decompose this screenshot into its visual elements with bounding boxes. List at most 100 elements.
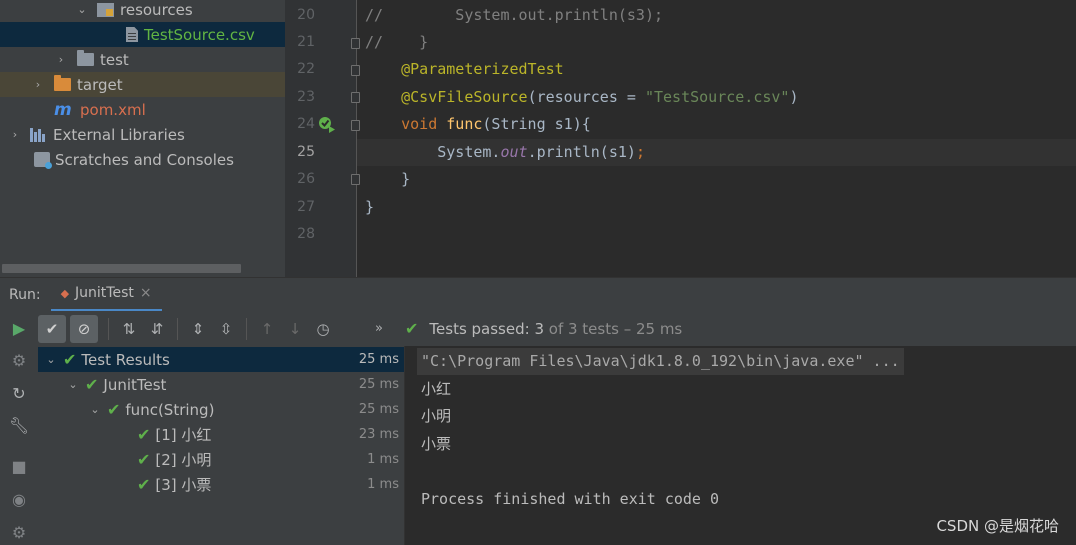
tree-item-label: resources bbox=[120, 0, 193, 19]
code-text: } bbox=[401, 170, 411, 188]
scratches-icon bbox=[34, 152, 52, 169]
run-tab-label: JunitTest bbox=[75, 285, 134, 301]
chevron-down-icon[interactable]: ⌄ bbox=[75, 3, 89, 16]
tree-item-label: Scratches and Consoles bbox=[55, 150, 234, 169]
run-panel-header: Run: ◆ JunitTest × bbox=[0, 277, 1076, 312]
code-line-25[interactable]: System.out.println(s1); bbox=[357, 139, 1076, 166]
tree-item-label: TestSource.csv bbox=[144, 25, 255, 44]
wrench-icon[interactable]: 🔧︎ bbox=[8, 414, 30, 436]
sort-by-duration-icon[interactable]: ⇵ bbox=[143, 315, 171, 343]
more-chevron-icon[interactable]: » bbox=[365, 315, 393, 343]
horizontal-scrollbar[interactable] bbox=[2, 264, 241, 273]
code-line-26[interactable]: } bbox=[357, 166, 1076, 193]
code-line-20[interactable]: // System.out.println(s3); bbox=[357, 2, 1076, 29]
console-output[interactable]: "C:\Program Files\Java\jdk1.8.0_192\bin\… bbox=[405, 346, 1076, 545]
code-keyword: void bbox=[401, 115, 447, 133]
status-prefix: Tests passed: bbox=[429, 319, 535, 338]
rerun-icon[interactable]: ▶ bbox=[0, 315, 38, 343]
test-node-case[interactable]: ✔ [2] 小明 1 ms bbox=[38, 447, 404, 472]
run-label: Run: bbox=[9, 286, 41, 303]
code-line-28[interactable] bbox=[357, 221, 1076, 248]
code-annotation: @CsvFileSource bbox=[401, 88, 528, 106]
close-icon[interactable]: × bbox=[140, 285, 152, 301]
settings-gear-icon[interactable]: ⚙ bbox=[8, 521, 30, 543]
line-number: 28 bbox=[297, 226, 315, 242]
line-number: 26 bbox=[297, 171, 315, 187]
line-number: 23 bbox=[297, 89, 315, 105]
line-number: 27 bbox=[297, 199, 315, 215]
libraries-icon bbox=[30, 127, 47, 142]
run-tab-junittest[interactable]: ◆ JunitTest × bbox=[50, 277, 162, 312]
code-field: out bbox=[500, 143, 528, 161]
tree-item-external-libraries[interactable]: › External Libraries bbox=[0, 122, 285, 147]
console-command-line: "C:\Program Files\Java\jdk1.8.0_192\bin\… bbox=[417, 348, 904, 375]
test-node-case[interactable]: ✔ [1] 小红 23 ms bbox=[38, 422, 404, 447]
test-node-method[interactable]: ⌄ ✔ func(String) 25 ms bbox=[38, 397, 404, 422]
console-output-line: 小票 bbox=[421, 435, 452, 453]
code-text: (resources = bbox=[527, 88, 645, 106]
tree-item-resources[interactable]: ⌄ resources bbox=[0, 0, 285, 22]
tree-item-scratches[interactable]: Scratches and Consoles bbox=[0, 147, 285, 172]
toolbar-separator bbox=[177, 317, 178, 340]
code-text: ) bbox=[789, 88, 799, 106]
show-passed-toggle-icon[interactable]: ✔ bbox=[38, 314, 66, 343]
toolbar-separator bbox=[246, 317, 247, 340]
test-results-tree: ⌄ ✔ Test Results 25 ms ⌄ ✔ JunitTest 25 … bbox=[38, 346, 404, 545]
line-number: 22 bbox=[297, 61, 315, 77]
code-line-23[interactable]: @CsvFileSource(resources = "TestSource.c… bbox=[357, 84, 1076, 111]
chevron-right-icon[interactable]: › bbox=[54, 53, 68, 66]
console-exit-line: Process finished with exit code 0 bbox=[421, 490, 720, 508]
camera-icon[interactable]: ◉ bbox=[8, 488, 30, 510]
next-failed-icon[interactable]: ↓ bbox=[281, 315, 309, 343]
tree-item-label: target bbox=[77, 75, 123, 94]
tree-item-label: test bbox=[100, 50, 129, 69]
toggle-auto-test-icon[interactable]: ↻ bbox=[8, 382, 30, 404]
test-node-label: [2] 小明 bbox=[155, 451, 212, 469]
status-detail: of 3 tests – 25 ms bbox=[544, 319, 683, 338]
console-output-line: 小红 bbox=[421, 380, 452, 398]
code-semicolon: ; bbox=[635, 143, 645, 161]
tree-item-label: pom.xml bbox=[80, 100, 146, 119]
chevron-down-icon[interactable]: ⌄ bbox=[87, 403, 103, 416]
previous-failed-icon[interactable]: ↑ bbox=[253, 315, 281, 343]
tree-item-testsource-csv[interactable]: TestSource.csv bbox=[0, 22, 285, 47]
code-comment: // System.out.println(s3); bbox=[365, 6, 664, 24]
test-node-class[interactable]: ⌄ ✔ JunitTest 25 ms bbox=[38, 372, 404, 397]
code-annotation: @ParameterizedTest bbox=[401, 60, 564, 78]
test-history-clock-icon[interactable]: ◷ bbox=[309, 315, 337, 343]
csv-file-icon bbox=[126, 27, 138, 42]
test-node-time: 25 ms bbox=[358, 352, 399, 367]
test-node-label: JunitTest bbox=[103, 375, 167, 394]
check-icon: ✔ bbox=[137, 450, 151, 469]
test-node-case[interactable]: ✔ [3] 小票 1 ms bbox=[38, 472, 404, 497]
code-line-24[interactable]: void func(String s1){ bbox=[357, 111, 1076, 138]
tree-item-target[interactable]: › target bbox=[0, 72, 285, 97]
chevron-down-icon[interactable]: ⌄ bbox=[43, 353, 59, 366]
test-node-time: 25 ms bbox=[358, 402, 399, 417]
chevron-down-icon[interactable]: ⌄ bbox=[65, 378, 81, 391]
test-node-time: 1 ms bbox=[367, 477, 399, 492]
tree-item-test[interactable]: › test bbox=[0, 47, 285, 72]
code-line-27[interactable]: } bbox=[357, 194, 1076, 221]
stop-icon[interactable]: ■ bbox=[8, 455, 30, 477]
tree-item-pom-xml[interactable]: m pom.xml bbox=[0, 97, 285, 122]
show-ignored-toggle-icon[interactable]: ⊘ bbox=[70, 314, 98, 343]
expand-all-icon[interactable]: ⇕ bbox=[184, 315, 212, 343]
chevron-right-icon[interactable]: › bbox=[31, 78, 45, 91]
run-test-gutter-icon[interactable] bbox=[318, 116, 336, 134]
folder-icon bbox=[54, 75, 71, 91]
chevron-right-icon[interactable]: › bbox=[8, 128, 22, 141]
code-text: System. bbox=[437, 143, 501, 161]
debug-rerun-icon[interactable]: ⚙ bbox=[8, 349, 30, 371]
code-line-21[interactable]: // } bbox=[357, 29, 1076, 56]
collapse-all-icon[interactable]: ⇳ bbox=[212, 315, 240, 343]
code-line-22[interactable]: @ParameterizedTest bbox=[357, 56, 1076, 83]
folder-icon bbox=[77, 50, 94, 66]
sort-alphabetically-icon[interactable]: ⇅ bbox=[115, 315, 143, 343]
check-icon: ✔ bbox=[137, 475, 151, 494]
test-node-root[interactable]: ⌄ ✔ Test Results 25 ms bbox=[38, 347, 404, 372]
check-icon: ✔ bbox=[107, 400, 121, 419]
test-runner-toolbar: ▶ ✔ ⊘ ⇅ ⇵ ⇕ ⇳ ↑ ↓ ◷ » ✔ Tests passed: 3 … bbox=[0, 311, 1076, 346]
check-icon: ✔ bbox=[63, 350, 77, 369]
test-node-label: [1] 小红 bbox=[155, 426, 212, 444]
